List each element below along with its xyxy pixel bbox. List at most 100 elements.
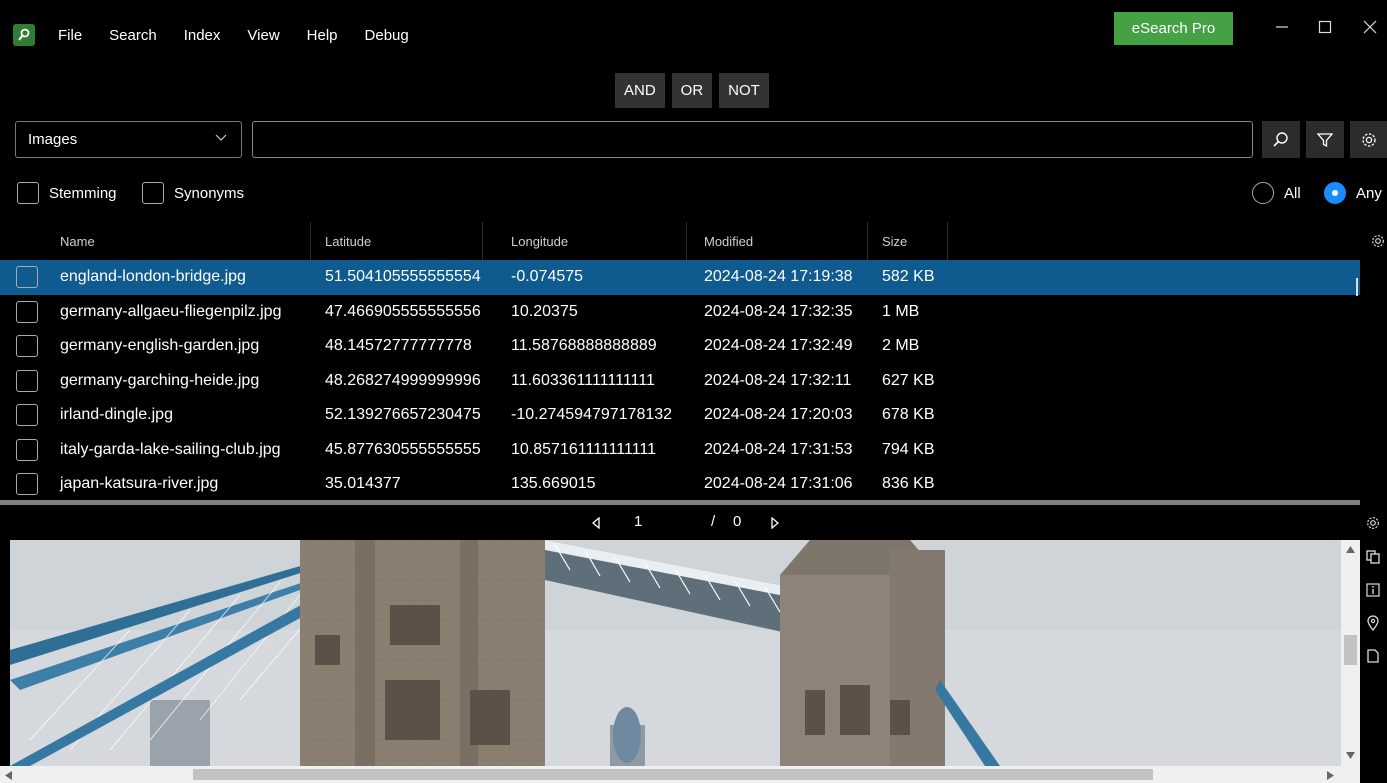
cell-modified: 2024-08-24 17:32:11 [704,371,852,389]
cell-size: 627 KB [882,371,935,389]
search-input[interactable] [252,121,1253,158]
gear-icon [1361,132,1376,147]
copy-icon[interactable] [1365,549,1381,565]
menu-index[interactable]: Index [184,27,221,44]
cell-longitude: 10.20375 [511,302,578,320]
menu-view[interactable]: View [247,27,279,44]
column-settings-gear-icon[interactable] [1370,233,1386,249]
cell-latitude: 52.139276657230475 [325,406,481,423]
row-checkbox[interactable] [16,369,38,392]
next-page-icon[interactable] [770,517,780,529]
cell-longitude: 135.669015 [511,475,596,492]
column-header-size[interactable]: Size [868,222,948,260]
row-checkbox[interactable] [16,438,38,461]
preview-side-toolbar [1360,505,1387,783]
table-row[interactable]: germany-allgaeu-fliegenpilz.jpg 47.466905… [0,295,1360,330]
maximize-button[interactable] [1305,12,1345,42]
cell-size: 1 MB [882,302,920,320]
cell-modified: 2024-08-24 17:31:53 [704,440,853,458]
table-row[interactable]: japan-katsura-river.jpg 35.014377 135.6690… [0,467,1360,500]
table-row[interactable]: england-london-bridge.jpg 51.504105555555… [0,260,1360,295]
preview-settings-gear-icon[interactable] [1365,515,1381,531]
cell-name: japan-katsura-river.jpg [60,475,219,492]
cell-name: italy-garda-lake-sailing-club.jpg [60,440,281,458]
pager: 1 / 0 [0,505,1360,540]
search-icon [1273,131,1288,147]
row-checkbox[interactable] [16,266,38,288]
stemming-checkbox[interactable] [17,182,39,204]
column-header-name[interactable]: Name [46,222,311,260]
cell-size: 836 KB [882,475,935,492]
cell-longitude: 11.603361111111111 [511,371,655,389]
settings-button[interactable] [1350,121,1387,158]
open-file-icon[interactable] [1365,648,1381,664]
row-checkbox[interactable] [16,404,38,426]
menu-debug[interactable]: Debug [365,27,409,44]
table-row[interactable]: italy-garda-lake-sailing-club.jpg 45.8776… [0,433,1360,468]
synonyms-option[interactable]: Synonyms [142,182,244,204]
preview-vscroll-thumb[interactable] [1344,635,1357,665]
close-button[interactable] [1350,12,1387,42]
filter-button[interactable] [1306,121,1344,158]
cell-longitude: -10.274594797178132 [511,406,673,423]
row-checkbox[interactable] [16,335,38,357]
cell-latitude: 51.504105555555554 [325,268,481,285]
prev-page-icon[interactable] [591,517,601,529]
menu-file[interactable]: File [58,27,82,44]
cell-modified: 2024-08-24 17:32:35 [704,302,853,320]
cell-latitude: 48.14572777777778 [325,337,472,354]
cell-name: germany-garching-heide.jpg [60,371,260,389]
preview-vertical-scrollbar[interactable] [1341,540,1360,766]
scroll-up-arrow-icon[interactable] [1346,546,1355,553]
current-page[interactable]: 1 [634,513,642,530]
table-row[interactable]: germany-english-garden.jpg 48.14572777777… [0,329,1360,364]
cell-size: 678 KB [882,406,935,423]
cell-longitude: -0.074575 [511,268,584,285]
cell-modified: 2024-08-24 17:31:06 [704,475,853,492]
all-option[interactable]: All [1252,182,1301,204]
menu-search[interactable]: Search [109,27,157,44]
scroll-left-arrow-icon[interactable] [5,771,12,780]
category-value: Images [28,131,78,148]
table-scrollbar[interactable] [1356,278,1358,296]
cell-size: 794 KB [882,440,935,458]
not-button[interactable]: NOT [719,73,769,108]
cell-name: england-london-bridge.jpg [60,268,246,285]
info-icon[interactable] [1365,582,1381,598]
category-select[interactable]: Images [15,121,242,158]
any-label: Any [1356,184,1382,202]
cell-size: 2 MB [882,337,920,354]
column-header-latitude[interactable]: Latitude [311,222,483,260]
stemming-label: Stemming [49,184,117,202]
cell-modified: 2024-08-24 17:19:38 [704,268,853,285]
or-button[interactable]: OR [671,73,713,108]
table-header: Name Latitude Longitude Modified Size [0,222,1360,260]
operator-buttons: AND OR NOT [615,73,769,108]
search-button[interactable] [1262,121,1300,158]
scroll-down-arrow-icon[interactable] [1346,752,1355,759]
stemming-option[interactable]: Stemming [17,182,117,204]
row-checkbox[interactable] [16,473,38,495]
synonyms-checkbox[interactable] [142,182,164,204]
any-radio[interactable] [1324,182,1346,204]
app-logo-icon [13,24,35,46]
chevron-down-icon [215,134,227,141]
table-row[interactable]: germany-garching-heide.jpg 48.26827499999… [0,364,1360,399]
results-table: Name Latitude Longitude Modified Size en… [0,222,1360,500]
all-label: All [1284,184,1301,202]
all-radio[interactable] [1252,182,1274,204]
menu-help[interactable]: Help [307,27,338,44]
preview-hscroll-thumb[interactable] [193,769,1153,780]
any-option[interactable]: Any [1324,182,1382,204]
esearch-pro-button[interactable]: eSearch Pro [1114,12,1233,45]
tower-bridge-image [10,540,1341,766]
minimize-button[interactable] [1262,12,1302,42]
column-header-longitude[interactable]: Longitude [497,222,687,260]
map-pin-icon[interactable] [1365,615,1381,631]
preview-horizontal-scrollbar[interactable] [0,766,1360,783]
scroll-right-arrow-icon[interactable] [1327,771,1334,780]
and-button[interactable]: AND [615,73,665,108]
row-checkbox[interactable] [16,300,38,323]
table-row[interactable]: irland-dingle.jpg 52.139276657230475 -10.2… [0,398,1360,433]
column-header-modified[interactable]: Modified [690,222,868,260]
